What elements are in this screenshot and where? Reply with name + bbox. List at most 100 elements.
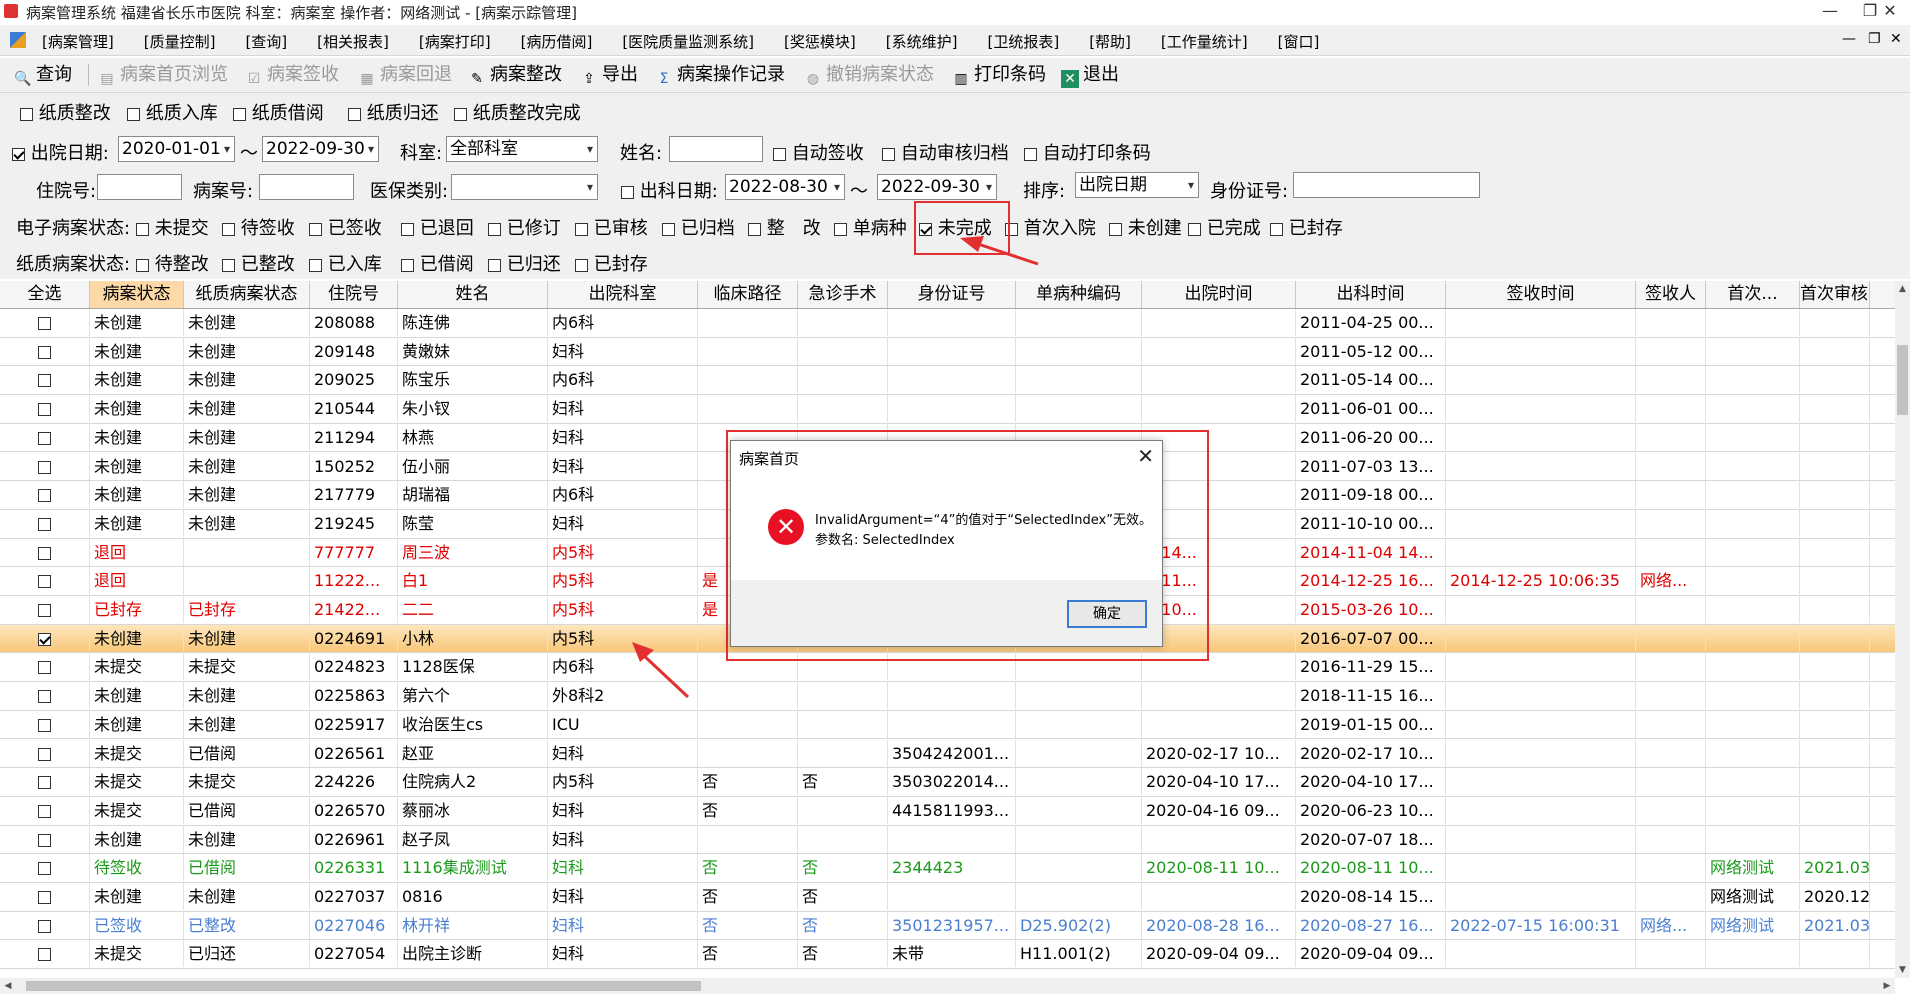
table-row[interactable]: 未创建 未创建 210544 朱小钗 妇科 2011-06-01 00...: [0, 395, 1895, 424]
vertical-scroll-thumb[interactable]: [1897, 345, 1908, 415]
auto-print-checkbox[interactable]: 自动打印条码: [1024, 139, 1151, 165]
column-header[interactable]: 签收人: [1636, 281, 1706, 308]
table-row[interactable]: 未提交 已借阅 0226561 赵亚 妇科 3504242001... 2020-02-17…: [0, 739, 1895, 769]
child-restore-button[interactable]: ❐: [1868, 31, 1881, 47]
paper-borrow-checkbox[interactable]: 纸质借阅: [233, 99, 324, 125]
estatus-signed-checkbox[interactable]: 已签收: [309, 214, 382, 240]
row-select-cell[interactable]: [0, 509, 90, 537]
row-select-cell[interactable]: [0, 739, 90, 767]
row-checkbox[interactable]: [38, 517, 51, 531]
row-select-cell[interactable]: [0, 395, 90, 423]
horizontal-scroll-thumb[interactable]: [26, 981, 701, 991]
menu-item[interactable]: [相关报表]: [317, 31, 389, 52]
scroll-down-icon[interactable]: ▼: [1895, 962, 1910, 978]
row-select-cell[interactable]: [0, 423, 90, 451]
row-checkbox[interactable]: [38, 575, 51, 589]
row-select-cell[interactable]: [0, 653, 90, 681]
query-button[interactable]: 🔍 查询: [14, 63, 72, 87]
row-select-cell[interactable]: [0, 883, 90, 910]
dialog-close-icon[interactable]: ✕: [1137, 444, 1154, 468]
menu-item[interactable]: [工作量统计]: [1161, 31, 1248, 52]
menu-item[interactable]: [质量控制]: [144, 31, 216, 52]
table-row[interactable]: 未提交 未提交 224226 住院病人2 内5科否否 3503022014... 2020-…: [0, 768, 1895, 797]
estatus-archived-checkbox[interactable]: 已归档: [662, 214, 735, 240]
column-header[interactable]: 住院号: [310, 281, 398, 308]
oplog-button[interactable]: Σ 病案操作记录: [655, 63, 785, 87]
table-row[interactable]: 未创建 未创建 209025 陈宝乐 内6科 2011-05-14 00...: [0, 366, 1895, 396]
row-select-cell[interactable]: [0, 768, 90, 796]
row-checkbox[interactable]: [38, 718, 51, 732]
column-header[interactable]: 姓名: [398, 281, 548, 308]
estatus-rectify-checkbox[interactable]: 整 改: [748, 214, 821, 240]
column-header[interactable]: 身份证号: [888, 281, 1016, 308]
table-row[interactable]: 未提交 已借阅 0226570 蔡丽冰 妇科否 4415811993... 2020-04-…: [0, 796, 1895, 826]
table-row[interactable]: 未创建 未创建 0225917 收治医生cs ICU 2019-01-15 00...: [0, 710, 1895, 740]
row-checkbox[interactable]: [38, 489, 51, 503]
row-checkbox[interactable]: [38, 604, 51, 617]
estatus-single-disease-checkbox[interactable]: 单病种: [834, 214, 907, 240]
select-all-header[interactable]: 全选: [0, 281, 90, 308]
column-header[interactable]: 单病种编码: [1016, 281, 1142, 308]
idcard-input[interactable]: [1293, 172, 1480, 198]
row-checkbox[interactable]: [38, 632, 51, 646]
column-header[interactable]: 首次...: [1706, 281, 1800, 308]
row-checkbox[interactable]: [38, 690, 51, 704]
row-checkbox[interactable]: [38, 833, 51, 847]
pstatus-stored-checkbox[interactable]: 已入库: [309, 250, 382, 276]
dept-select[interactable]: 全部科室 ▾: [446, 136, 598, 162]
column-header[interactable]: 出院时间: [1142, 281, 1296, 308]
auto-sign-checkbox[interactable]: 自动签收: [773, 139, 864, 165]
row-select-cell[interactable]: [0, 710, 90, 738]
menu-item[interactable]: [查询]: [245, 31, 287, 52]
table-row[interactable]: 未提交 已归还 0227054 出院主诊断 妇科否否未带 H11.001(2) 2020-0…: [0, 940, 1895, 970]
estatus-first-admission-checkbox[interactable]: 首次入院: [1005, 214, 1096, 240]
column-header[interactable]: 出科时间: [1296, 281, 1446, 308]
estatus-unsubmitted-checkbox[interactable]: 未提交: [136, 214, 209, 240]
dept-out-from-picker[interactable]: 2022-08-30 ▾: [725, 174, 845, 200]
menu-item[interactable]: [系统维护]: [886, 31, 958, 52]
child-minimize-button[interactable]: —: [1842, 31, 1856, 47]
menu-item[interactable]: [奖惩模块]: [784, 31, 856, 52]
discharge-from-picker[interactable]: 2020-01-01 ▾: [118, 136, 235, 162]
column-header[interactable]: 首次审核时: [1800, 281, 1870, 308]
row-checkbox[interactable]: [38, 345, 51, 359]
row-checkbox[interactable]: [38, 948, 51, 962]
estatus-pending-sign-checkbox[interactable]: 待签收: [222, 214, 295, 240]
table-row[interactable]: 未创建 未创建 209148 黄嫩妹 妇科 2011-05-12 00...: [0, 337, 1895, 367]
paper-rectify-checkbox[interactable]: 纸质整改: [20, 99, 111, 125]
estatus-revised-checkbox[interactable]: 已修订: [488, 214, 561, 240]
column-header[interactable]: 病案状态: [90, 281, 184, 308]
menu-item[interactable]: [医院质量监测系统]: [622, 31, 754, 52]
estatus-returned-checkbox[interactable]: 已退回: [401, 214, 474, 240]
row-checkbox[interactable]: [38, 546, 51, 560]
sign-button[interactable]: ☑ 病案签收: [245, 63, 339, 87]
close-button[interactable]: ✕: [1870, 0, 1910, 23]
row-select-cell[interactable]: [0, 940, 90, 968]
column-header[interactable]: 急诊手术: [798, 281, 888, 308]
pstatus-rectified-checkbox[interactable]: 已整改: [222, 250, 295, 276]
estatus-sealed-checkbox[interactable]: 已封存: [1270, 214, 1343, 240]
table-row[interactable]: 未创建 未创建 0225863 第六个 外8科2 2018-11-15 16...: [0, 682, 1895, 711]
menu-item[interactable]: [病案打印]: [419, 31, 491, 52]
case-input[interactable]: [259, 174, 354, 200]
browse-button[interactable]: ▤ 病案首页浏览: [98, 63, 228, 87]
row-select-cell[interactable]: [0, 452, 90, 480]
row-checkbox[interactable]: [38, 862, 51, 876]
row-checkbox[interactable]: [38, 431, 51, 445]
row-checkbox[interactable]: [38, 374, 51, 388]
rectify-button[interactable]: ✎ 病案整改: [468, 63, 562, 87]
table-row[interactable]: 待签收 已借阅 0226331 1116集成测试 妇科否否 2344423 2020-08-…: [0, 854, 1895, 883]
row-checkbox[interactable]: [38, 919, 51, 933]
row-checkbox[interactable]: [38, 661, 51, 675]
insurance-select[interactable]: ▾: [451, 174, 598, 200]
table-row[interactable]: 未创建 未创建 0226961 赵子凤 妇科 2020-07-07 18...: [0, 825, 1895, 855]
row-checkbox[interactable]: [38, 317, 51, 330]
export-button[interactable]: ⇪ 导出: [580, 63, 638, 87]
scroll-up-icon[interactable]: ▲: [1895, 281, 1910, 297]
estatus-not-created-checkbox[interactable]: 未创建: [1109, 214, 1182, 240]
dept-out-to-picker[interactable]: 2022-09-30 ▾: [877, 174, 997, 200]
row-select-cell[interactable]: [0, 825, 90, 853]
row-checkbox[interactable]: [38, 891, 51, 904]
row-select-cell[interactable]: [0, 854, 90, 882]
row-select-cell[interactable]: [0, 911, 90, 939]
